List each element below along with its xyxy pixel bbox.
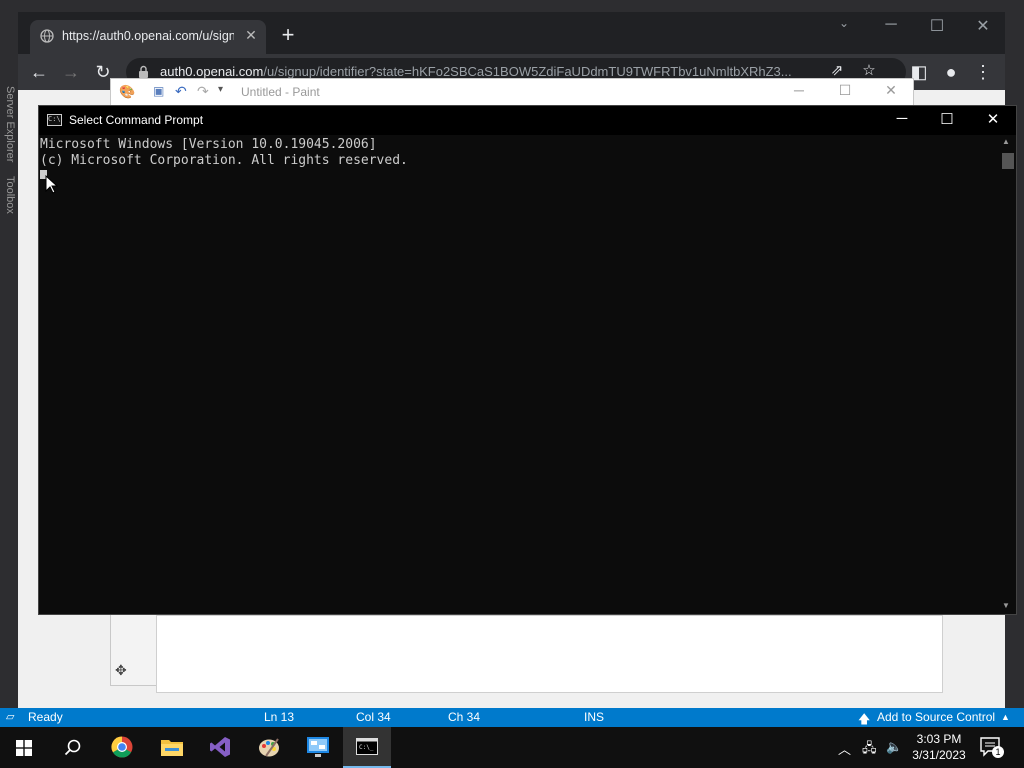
vs-left-toolstrip: Server Explorer Toolbox: [0, 0, 18, 708]
cmd-window: C:\ Select Command Prompt ─ ☐ ✕ Microsof…: [38, 105, 1017, 615]
profile-icon[interactable]: ●: [940, 62, 962, 84]
output-icon[interactable]: ▱: [6, 710, 14, 723]
source-control-arrow-icon[interactable]: ▲: [1001, 712, 1010, 722]
notification-badge: 1: [992, 746, 1004, 758]
save-icon[interactable]: ▣: [153, 84, 164, 98]
scroll-up-icon[interactable]: ▲: [1002, 137, 1010, 146]
forward-icon[interactable]: →: [60, 62, 82, 84]
undo-icon[interactable]: ↶: [175, 83, 187, 100]
action-center-button[interactable]: 1: [980, 737, 1004, 759]
cmd-icon: C:\_: [356, 738, 378, 755]
status-insert-mode: INS: [584, 710, 605, 724]
network-icon[interactable]: 🖧: [862, 739, 877, 761]
status-line: Ln 13: [264, 710, 295, 724]
mouse-pointer-icon: [45, 175, 58, 194]
svg-text:C:\_: C:\_: [359, 744, 374, 751]
paint-app-icon: 🎨: [119, 84, 136, 99]
taskbar-command-prompt[interactable]: C:\_: [343, 727, 391, 768]
volume-icon[interactable]: 🔈: [886, 739, 902, 755]
tab-close-icon[interactable]: ✕: [242, 26, 260, 44]
clock-time: 3:03 PM: [916, 732, 962, 746]
vs-top-strip: [0, 0, 1024, 12]
chrome-minimize-button[interactable]: ─: [876, 16, 906, 34]
taskbar-paint[interactable]: [245, 727, 293, 768]
globe-icon: [40, 29, 54, 43]
chrome-tab[interactable]: https://auth0.openai.com/u/signup ✕: [30, 20, 266, 54]
new-tab-button[interactable]: +: [276, 24, 300, 48]
paint-minimize-button[interactable]: ─: [779, 82, 819, 98]
windows-logo-icon: [16, 740, 32, 756]
vs-status-bar: ▱ Ready Ln 13 Col 34 Ch 34 INS 🡅 Add to …: [0, 708, 1024, 727]
url-path: /u/signup/identifier?state=hKFo2SBCaS1BO…: [263, 64, 792, 79]
taskbar-visual-studio[interactable]: [196, 727, 244, 768]
cmd-close-button[interactable]: ✕: [970, 110, 1016, 128]
customize-toolbar-icon[interactable]: ▾: [218, 84, 223, 95]
search-button[interactable]: [48, 727, 96, 768]
paint-title: Untitled - Paint: [241, 85, 320, 99]
move-canvas-icon[interactable]: ✥: [115, 662, 127, 679]
search-icon: [64, 739, 81, 756]
lock-icon[interactable]: [138, 65, 149, 79]
taskbar-chrome[interactable]: [98, 727, 146, 768]
cmd-title: Select Command Prompt: [69, 113, 204, 127]
tab-title: https://auth0.openai.com/u/signup: [62, 29, 234, 43]
show-hidden-icons[interactable]: ︿: [838, 739, 851, 758]
chrome-tab-strip: https://auth0.openai.com/u/signup ✕ + ─ …: [18, 12, 1005, 54]
scroll-down-icon[interactable]: ▼: [1002, 601, 1010, 610]
taskbar-control-panel[interactable]: [294, 727, 342, 768]
cmd-minimize-button[interactable]: ─: [879, 110, 925, 127]
windows-taskbar: C:\_ ︿ 🖧 🔈 3:03 PM 3/31/2023 1: [0, 727, 1024, 768]
cmd-app-icon: C:\: [47, 114, 62, 126]
clock-date: 3/31/2023: [912, 748, 966, 762]
console-line: (c) Microsoft Corporation. All rights re…: [40, 153, 408, 168]
status-column: Col 34: [356, 710, 391, 724]
chrome-maximize-button[interactable]: ☐: [922, 16, 952, 36]
paint-palette-icon: [259, 738, 279, 757]
console-line: Microsoft Windows [Version 10.0.19045.20…: [40, 137, 377, 152]
chrome-menu-icon[interactable]: ⋮: [972, 62, 994, 84]
folder-icon: [161, 740, 183, 756]
status-ready: Ready: [28, 710, 63, 724]
taskbar-file-explorer[interactable]: [147, 727, 195, 768]
visual-studio-icon: [210, 737, 230, 757]
chrome-close-button[interactable]: ✕: [968, 16, 998, 36]
cmd-console[interactable]: Microsoft Windows [Version 10.0.19045.20…: [39, 135, 999, 615]
back-icon[interactable]: ←: [28, 62, 50, 84]
server-explorer-tab[interactable]: Server Explorer: [4, 86, 16, 162]
scrollbar-thumb[interactable]: [1002, 153, 1014, 169]
tab-search-icon[interactable]: ⌄: [829, 16, 859, 30]
cmd-title-bar: C:\ Select Command Prompt ─ ☐ ✕: [39, 106, 1016, 135]
url-host: auth0.openai.com: [160, 64, 264, 79]
control-panel-icon: [307, 737, 329, 757]
cmd-maximize-button[interactable]: ☐: [924, 110, 970, 128]
start-button[interactable]: [0, 727, 48, 768]
cmd-scrollbar[interactable]: ▲ ▼: [999, 135, 1016, 614]
add-to-source-control[interactable]: Add to Source Control: [877, 710, 995, 724]
taskbar-clock[interactable]: 3:03 PM 3/31/2023: [906, 731, 972, 763]
status-char: Ch 34: [448, 710, 481, 724]
paint-title-bar: 🎨 ▣ ↶ ↷ ▾ Untitled - Paint ─ ☐ ✕: [111, 79, 913, 105]
paint-maximize-button[interactable]: ☐: [825, 82, 865, 99]
paint-canvas[interactable]: [156, 615, 943, 693]
redo-icon[interactable]: ↷: [197, 83, 209, 100]
paint-close-button[interactable]: ✕: [871, 82, 911, 99]
toolbox-tab[interactable]: Toolbox: [4, 176, 16, 214]
chrome-icon: [111, 736, 133, 758]
url-text: auth0.openai.com/u/signup/identifier?sta…: [160, 64, 810, 79]
